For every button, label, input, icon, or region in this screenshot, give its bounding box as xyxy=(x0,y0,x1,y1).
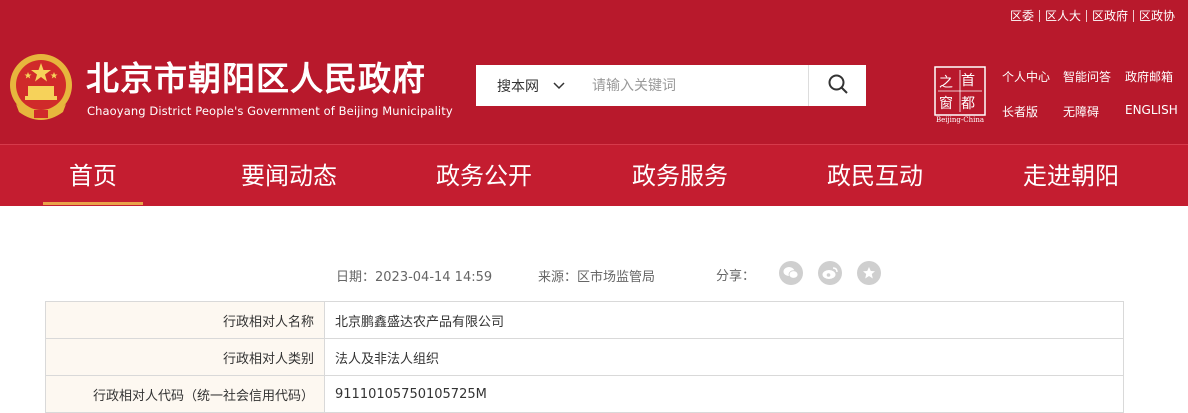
table-row: 行政相对人代码（统一社会信用代码） 91110105750105725M xyxy=(45,375,1124,413)
capital-window-logo[interactable]: 首 都 之 窗 Beijing-China xyxy=(934,66,986,124)
top-link-cppcc[interactable]: 区政协 xyxy=(1139,7,1175,24)
quick-link-accessibility[interactable]: 无障碍 xyxy=(1063,103,1099,120)
site-title[interactable]: 北京市朝阳区人民政府 xyxy=(86,60,426,98)
nav-about-chaoyang[interactable]: 走进朝阳 xyxy=(1011,145,1131,206)
logo-char: 都 xyxy=(961,96,975,112)
search-button[interactable] xyxy=(808,65,866,106)
row-label: 行政相对人代码（统一社会信用代码） xyxy=(45,375,325,413)
nav-gov-services[interactable]: 政务服务 xyxy=(620,145,740,206)
national-emblem-icon xyxy=(8,52,74,122)
top-links: 区委 区人大 区政府 区政协 xyxy=(1010,7,1175,24)
row-value: 91110105750105725M xyxy=(324,375,1124,413)
logo-char: 之 xyxy=(939,75,953,91)
main-nav: 首页 要闻动态 政务公开 政务服务 政民互动 走进朝阳 xyxy=(0,144,1188,206)
wechat-icon[interactable] xyxy=(779,261,803,285)
search-scope-label: 搜本网 xyxy=(497,78,539,95)
weibo-icon[interactable] xyxy=(818,261,842,285)
search-bar: 搜本网 xyxy=(476,65,866,106)
table-row: 行政相对人名称 北京鹏鑫盛达农产品有限公司 xyxy=(45,301,1124,339)
chevron-down-icon xyxy=(553,78,565,94)
top-link-government[interactable]: 区政府 xyxy=(1092,7,1128,24)
logo-char: 首 xyxy=(961,73,975,89)
table-row: 行政相对人类别 法人及非法人组织 xyxy=(45,338,1124,376)
row-value: 北京鹏鑫盛达农产品有限公司 xyxy=(324,301,1124,339)
site-subtitle: Chaoyang District People's Government of… xyxy=(87,104,453,118)
row-label: 行政相对人名称 xyxy=(45,301,325,339)
quick-link-elderly-mode[interactable]: 长者版 xyxy=(1002,103,1038,120)
penalty-info-table: 行政相对人名称 北京鹏鑫盛达农产品有限公司 行政相对人类别 法人及非法人组织 行… xyxy=(45,301,1124,413)
divider xyxy=(1038,9,1040,22)
quick-link-english[interactable]: ENGLISH xyxy=(1125,103,1178,117)
quick-link-smart-qa[interactable]: 智能问答 xyxy=(1063,68,1111,85)
divider xyxy=(1085,9,1087,22)
row-value: 法人及非法人组织 xyxy=(324,338,1124,376)
divider xyxy=(1132,9,1134,22)
article-date: 日期：2023-04-14 14:59 xyxy=(336,270,493,285)
site-header: 区委 区人大 区政府 区政协 北京市朝阳区人民政府 Chaoyang Distr… xyxy=(0,0,1188,144)
top-link-district-committee[interactable]: 区委 xyxy=(1010,7,1034,24)
nav-news[interactable]: 要闻动态 xyxy=(229,145,349,206)
logo-caption: Beijing-China xyxy=(935,116,985,124)
nav-home[interactable]: 首页 xyxy=(43,145,143,206)
article-source: 来源：区市场监管局 xyxy=(538,270,656,285)
search-icon xyxy=(827,73,849,99)
nav-gov-affairs[interactable]: 政务公开 xyxy=(424,145,544,206)
row-label: 行政相对人类别 xyxy=(45,338,325,376)
search-scope-dropdown[interactable]: 搜本网 xyxy=(476,65,586,106)
quick-link-gov-mail[interactable]: 政府邮箱 xyxy=(1125,68,1173,85)
quick-link-personal-center[interactable]: 个人中心 xyxy=(1002,68,1050,85)
nav-active-indicator xyxy=(43,202,143,205)
share-label: 分享： xyxy=(716,269,756,284)
favorite-icon[interactable] xyxy=(857,261,881,285)
top-link-people-congress[interactable]: 区人大 xyxy=(1045,7,1081,24)
nav-interaction[interactable]: 政民互动 xyxy=(815,145,935,206)
search-input[interactable] xyxy=(586,65,808,106)
logo-char: 窗 xyxy=(939,96,953,112)
